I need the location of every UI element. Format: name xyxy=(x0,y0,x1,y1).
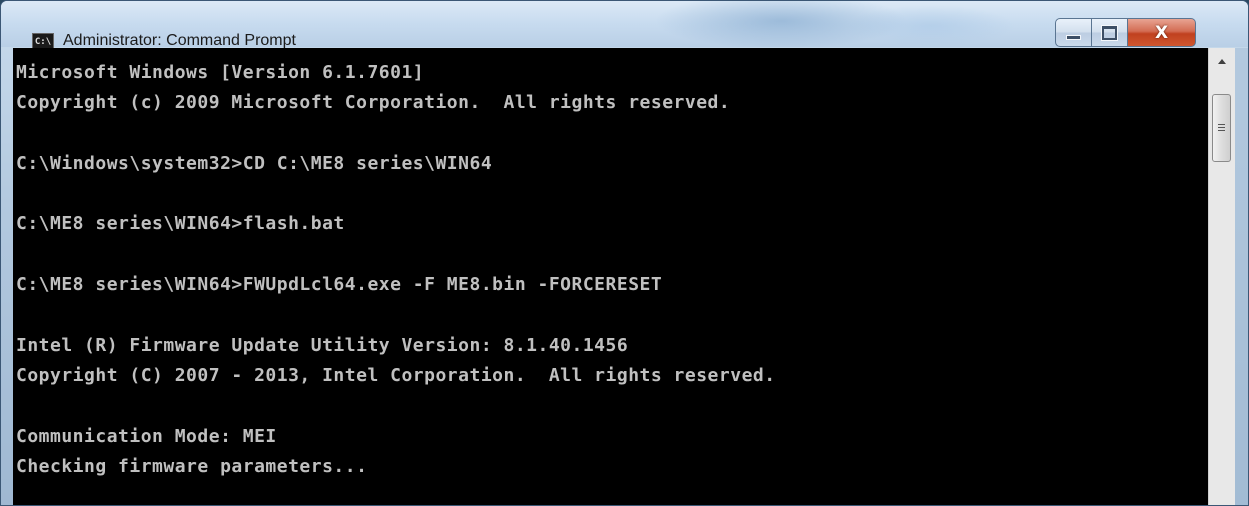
scroll-up-button[interactable] xyxy=(1209,48,1235,74)
grip-icon xyxy=(1218,124,1225,132)
window-frame-right xyxy=(1235,48,1248,505)
console-icon[interactable]: C:\ xyxy=(32,33,54,49)
console-line: Intel (R) Firmware Update Utility Versio… xyxy=(16,334,629,356)
caption-buttons: X xyxy=(1055,18,1196,48)
console-output[interactable]: Microsoft Windows [Version 6.1.7601] Cop… xyxy=(13,48,1208,505)
console-line: C:\ME8 series\WIN64>flash.bat xyxy=(16,213,345,235)
maximize-icon xyxy=(1102,25,1117,40)
console-lines: Microsoft Windows [Version 6.1.7601] Cop… xyxy=(16,58,776,482)
console-line: Communication Mode: MEI xyxy=(16,425,277,447)
close-icon: X xyxy=(1154,22,1169,43)
close-button[interactable]: X xyxy=(1128,18,1196,47)
arrow-up-icon xyxy=(1218,58,1226,64)
console-line: C:\Windows\system32>CD C:\ME8 series\WIN… xyxy=(16,152,493,174)
maximize-button[interactable] xyxy=(1092,18,1128,47)
minimize-button[interactable] xyxy=(1055,18,1092,47)
console-line: Checking firmware parameters... xyxy=(16,455,368,477)
command-prompt-window: C:\ Administrator: Command Prompt X Micr… xyxy=(0,0,1249,506)
console-line: Copyright (c) 2009 Microsoft Corporation… xyxy=(16,92,731,114)
minimize-icon xyxy=(1066,34,1081,40)
scrollbar-thumb[interactable] xyxy=(1212,94,1231,162)
console-line: Copyright (C) 2007 - 2013, Intel Corpora… xyxy=(16,364,776,386)
console-line: C:\ME8 series\WIN64>FWUpdLcl64.exe -F ME… xyxy=(16,274,663,296)
vertical-scrollbar[interactable] xyxy=(1208,48,1235,505)
console-line: Microsoft Windows [Version 6.1.7601] xyxy=(16,62,425,83)
